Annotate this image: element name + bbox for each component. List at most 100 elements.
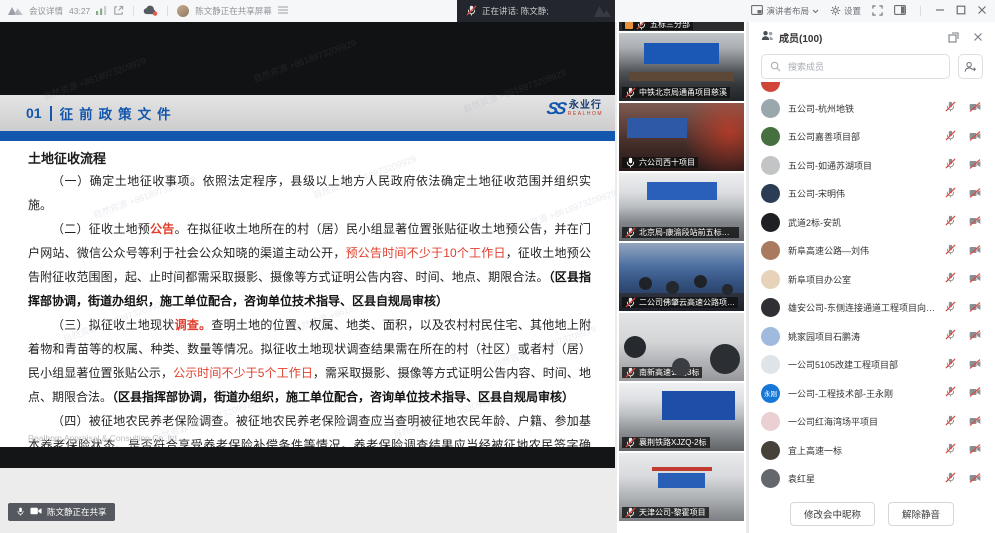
layout-icon (751, 5, 763, 17)
avatar (761, 241, 780, 260)
camera-off-icon[interactable] (969, 185, 981, 203)
member-name: 武道2标-安凯 (788, 216, 937, 229)
participant-label: 六公司西十项目 (622, 157, 698, 168)
open-new-window-icon[interactable] (113, 5, 124, 18)
camera-off-icon[interactable] (969, 242, 981, 260)
topbar-right-group: 演讲者布局 设置 (751, 0, 987, 22)
camera-off-icon[interactable] (969, 213, 981, 231)
mic-muted-icon[interactable] (945, 384, 956, 402)
camera-off-icon[interactable] (969, 299, 981, 317)
avatar (761, 213, 780, 232)
gear-icon (830, 5, 841, 18)
side-panel-button[interactable] (894, 5, 906, 17)
hamburger-menu-icon[interactable] (278, 6, 288, 16)
popout-panel-button[interactable] (948, 32, 959, 43)
company-logo-mark: SS (546, 100, 566, 117)
member-row[interactable]: 永刚一公司-工程技术部-王永刚 (749, 379, 995, 408)
member-row[interactable]: 姚家园项目石鹏涛 (749, 322, 995, 351)
mic-muted-icon[interactable] (945, 213, 956, 231)
settings-button[interactable]: 设置 (830, 5, 861, 18)
active-speaker-bar: 正在讲话: 陈文静; (457, 0, 615, 22)
mic-muted-icon[interactable] (945, 356, 956, 374)
fullscreen-button[interactable] (872, 5, 883, 18)
mic-muted-icon[interactable] (945, 470, 956, 488)
member-row[interactable]: 新阜项目办公室 (749, 265, 995, 294)
topbar-left-group: 会议详情 43:27 陈文静正在共享屏幕 (8, 0, 288, 22)
share-status-badge: 陈文静正在共享 (8, 503, 115, 521)
close-button[interactable] (977, 5, 987, 17)
mic-muted-icon (625, 227, 636, 238)
camera-off-icon[interactable] (969, 270, 981, 288)
video-thumbnail[interactable]: 北京局-康渝段站前五标项目 (619, 173, 744, 241)
avatar (761, 127, 780, 146)
mic-muted-icon[interactable] (945, 441, 956, 459)
mic-muted-icon[interactable] (945, 413, 956, 431)
member-row[interactable]: 武道2标-安凯 (749, 208, 995, 237)
member-row[interactable]: 袁红星 (749, 465, 995, 494)
camera-off-icon[interactable] (969, 470, 981, 488)
member-row[interactable]: 宜上高速一标 (749, 436, 995, 465)
unmute-button[interactable]: 解除静音 (888, 502, 954, 526)
video-thumbnail[interactable]: 天津公司-黎霍项目 (619, 453, 744, 521)
member-name: 袁红星 (788, 472, 937, 485)
member-panel-footer: 修改会中昵称 解除静音 (749, 495, 995, 533)
layout-button[interactable]: 演讲者布局 (751, 5, 819, 17)
member-row[interactable]: 一公司红海湾场平项目 (749, 408, 995, 437)
slide: 01 征前政策文件 SS 永业行 REALHOM 土地征收流程 （一）确定土地征… (0, 22, 615, 468)
camera-off-icon[interactable] (969, 441, 981, 459)
shared-screen-area: 01 征前政策文件 SS 永业行 REALHOM 土地征收流程 （一）确定土地征… (0, 22, 615, 533)
meeting-detail-button[interactable]: 会议详情 (29, 5, 63, 17)
mic-muted-icon[interactable] (945, 156, 956, 174)
video-thumbnail[interactable]: 襄荆铁路XJZQ-2标 (619, 383, 744, 451)
member-row-partial[interactable] (749, 82, 995, 94)
meeting-timer: 43:27 (69, 6, 90, 16)
member-row[interactable]: 一公司5105改建工程项目部 (749, 351, 995, 380)
mic-muted-icon[interactable] (945, 242, 956, 260)
camera-off-icon[interactable] (969, 128, 981, 146)
member-row[interactable]: 五公司-宋明伟 (749, 180, 995, 209)
member-row[interactable]: 五公司-杭州地铁 (749, 94, 995, 123)
thumbnail-screen (647, 182, 717, 200)
mic-muted-icon[interactable] (945, 128, 956, 146)
edit-nickname-button[interactable]: 修改会中昵称 (790, 502, 875, 526)
mic-muted-icon[interactable] (945, 185, 956, 203)
camera-off-icon[interactable] (969, 356, 981, 374)
slide-heading: 土地征收流程 (28, 148, 591, 167)
video-thumbnail[interactable]: 六公司西十项目 (619, 103, 744, 171)
participant-name: 六公司西十项目 (639, 157, 695, 168)
mic-muted-icon (466, 5, 477, 18)
close-panel-button[interactable] (973, 32, 983, 42)
minimize-button[interactable] (935, 5, 945, 17)
divider (50, 106, 52, 121)
search-members-input[interactable] (761, 54, 950, 79)
camera-off-icon[interactable] (969, 384, 981, 402)
camera-off-icon[interactable] (969, 156, 981, 174)
participant-label: 中铁北京局通甬项目慈溪 (622, 87, 730, 98)
thumbnail-strip[interactable]: 五标三分部中铁北京局通甬项目慈溪六公司西十项目北京局-康渝段站前五标项目二公司佛… (617, 0, 746, 533)
member-list[interactable]: 五公司-杭州地铁五公司嘉善项目部五公司-如通苏湖项目五公司-宋明伟武道2标-安凯… (749, 82, 995, 495)
camera-off-icon[interactable] (969, 327, 981, 345)
participant-name: 北京局-康渝段站前五标项目 (639, 227, 736, 238)
company-logo-subtext: REALHOM (568, 112, 603, 117)
maximize-button[interactable] (956, 5, 966, 17)
member-name: 五公司-杭州地铁 (788, 102, 937, 115)
mic-muted-icon[interactable] (945, 270, 956, 288)
camera-off-icon[interactable] (969, 99, 981, 117)
add-member-button[interactable] (958, 54, 983, 79)
member-row[interactable]: 雄安公司-东侧连接通道工程项目向志良 (749, 294, 995, 323)
video-thumbnail[interactable]: 二公司佛肇云高速公路项… (619, 243, 744, 311)
slide-paragraph: （三）拟征收土地现状调查。查明土地的位置、权属、地类、面积，以及农村村民住宅、其… (28, 313, 591, 409)
avatar (761, 156, 780, 175)
mic-muted-icon[interactable] (945, 99, 956, 117)
member-name: 一公司红海湾场平项目 (788, 415, 937, 428)
cloud-record-icon[interactable] (143, 5, 158, 18)
member-row[interactable]: 五公司-如通苏湖项目 (749, 151, 995, 180)
video-thumbnail[interactable]: 中铁北京局通甬项目慈溪 (619, 33, 744, 101)
mic-muted-icon[interactable] (945, 299, 956, 317)
camera-off-icon[interactable] (969, 413, 981, 431)
video-thumbnail[interactable]: 南新高速公路3标 (619, 313, 744, 381)
member-row[interactable]: 新阜高速公路—刘伟 (749, 237, 995, 266)
mic-muted-icon[interactable] (945, 327, 956, 345)
company-logo-text: 永业行 (569, 101, 602, 111)
member-row[interactable]: 五公司嘉善项目部 (749, 123, 995, 152)
